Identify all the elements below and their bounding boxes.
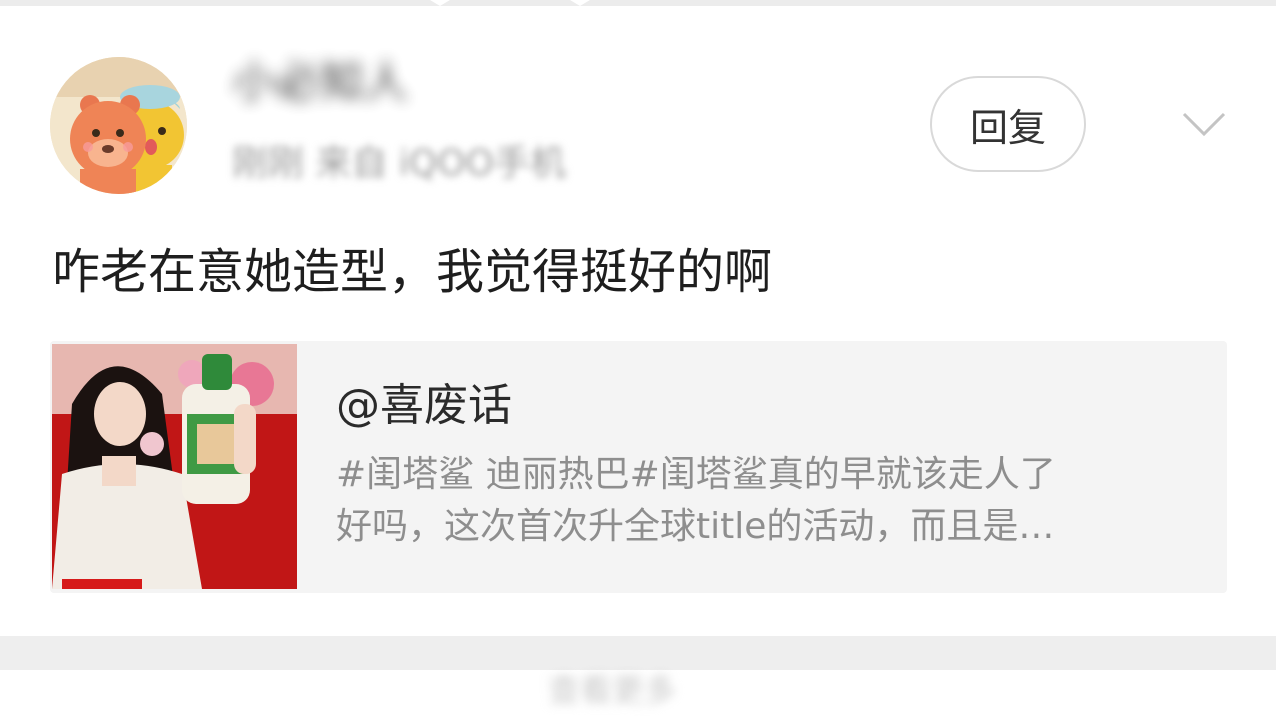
excerpt-line: #闺塔鲨 迪丽热巴#闺塔鲨真的早就该走人了 [336, 454, 1056, 495]
section-divider [0, 636, 1276, 670]
load-more-hint[interactable]: 查看更多 [548, 672, 730, 708]
quoted-post-excerpt: #闺塔鲨 迪丽热巴#闺塔鲨真的早就该走人了 好吗，这次首次升全球title的活动… [336, 449, 1176, 553]
cartoon-avatar-icon [50, 57, 187, 194]
quoted-post-author[interactable]: @喜废话 [336, 379, 512, 433]
excerpt-line: 好吗，这次首次升全球title的活动，而且是… [336, 506, 1055, 547]
reply-button[interactable]: 回复 [930, 76, 1086, 172]
quoted-post-thumbnail [52, 344, 297, 589]
top-divider [0, 0, 1276, 6]
quoted-post-card[interactable]: @喜废话 #闺塔鲨 迪丽热巴#闺塔鲨真的早就该走人了 好吗，这次首次升全球tit… [50, 341, 1227, 593]
chevron-down-icon[interactable] [1180, 100, 1228, 148]
username[interactable]: 小必知人 [232, 58, 652, 108]
product-photo-icon [52, 344, 297, 589]
comment-screen: 小必知人 刚刚 来自 iQOO手机 回复 咋老在意她造型，我觉得挺好的啊 @喜废… [0, 0, 1276, 718]
comment-meta: 刚刚 来自 iQOO手机 [232, 143, 566, 184]
comment-text: 咋老在意她造型，我觉得挺好的啊 [52, 244, 773, 300]
avatar[interactable] [50, 57, 187, 194]
